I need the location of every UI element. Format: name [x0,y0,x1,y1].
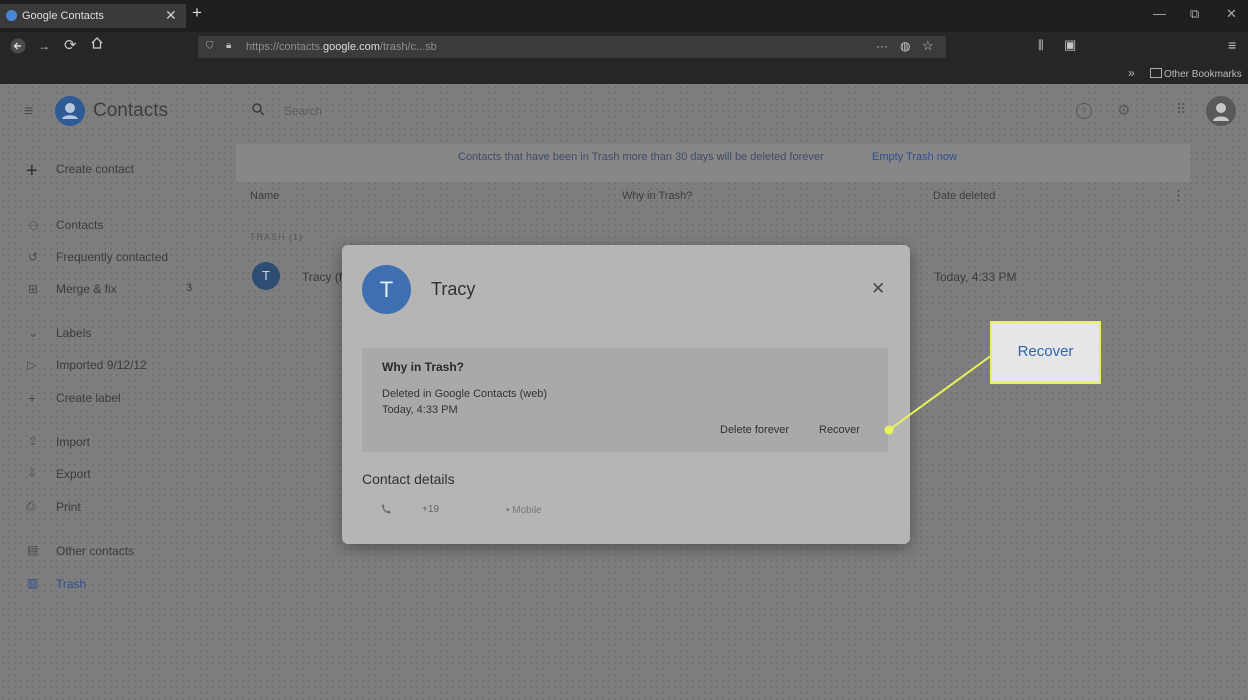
home-icon[interactable] [90,36,104,53]
trash-info-banner: Contacts that have been in Trash more th… [236,144,1190,182]
url-domain: google.com [323,41,380,53]
app-title: Contacts [93,100,168,121]
url-prefix: https://contacts. [246,41,324,53]
dialog-contact-name: Tracy [431,279,476,299]
dialog-avatar: T [362,265,411,314]
folder-icon [1150,68,1162,78]
tab-title: Google Contacts [22,10,104,22]
trash-date: Today, 4:33 PM [382,404,458,416]
url-path: /trash/c...sb [379,41,437,53]
contact-avatar: T [252,262,280,290]
bookmarks-overflow-icon[interactable]: » [1128,66,1135,80]
sidebar-labels-header[interactable]: Labels [56,326,91,340]
restore-button[interactable]: ⧉ [1190,6,1199,22]
chevron-down-icon[interactable]: ⌄ [28,326,38,340]
merge-count-badge: 3 [186,282,193,294]
create-contact-button[interactable]: Create contact [56,162,134,176]
delete-forever-button[interactable]: Delete forever [720,424,789,436]
sidebar-item-print[interactable]: Print [56,500,81,514]
recover-callout: Recover [990,321,1101,384]
sidebar-item-trash[interactable]: Trash [56,577,86,591]
callout-label: Recover [1017,343,1074,360]
sidebar-item-frequently-contacted[interactable]: Frequently contacted [56,250,168,264]
browser-tab-bar [0,0,1248,32]
upload-icon: ⇪ [28,434,39,448]
banner-message: Contacts that have been in Trash more th… [458,151,824,163]
person-icon: ⚇ [28,219,39,233]
apps-grid-icon[interactable]: ⠿ [1176,101,1186,118]
dialog-close-icon[interactable]: ✕ [871,279,885,299]
new-tab-button[interactable]: + [192,3,202,23]
trash-section-label: TRASH (1) [250,232,304,242]
recover-button[interactable]: Recover [819,424,860,436]
sidebar-item-contacts[interactable]: Contacts [56,218,103,232]
sidebar-item-imported[interactable]: Imported 9/12/12 [56,358,147,372]
phone-number: +19 [422,504,439,515]
phone-type-label: • Mobile [506,505,542,516]
sidebar-item-other-contacts[interactable]: Other contacts [56,544,134,558]
settings-icon[interactable]: ⚙ [1117,101,1130,119]
plus-icon: + [28,390,37,406]
bookmark-star-icon[interactable]: ☆ [922,38,934,54]
create-contact-plus-icon[interactable]: + [26,160,38,183]
contacts-icon: ▤ [27,543,39,557]
why-in-trash-panel: Why in Trash? Deleted in Google Contacts… [362,348,888,452]
other-bookmarks[interactable]: Other Bookmarks [1150,68,1242,80]
contact-row-date: Today, 4:33 PM [934,270,1017,284]
sidebar-item-import[interactable]: Import [56,435,90,449]
sidebar-item-merge-fix[interactable]: Merge & fix [56,282,117,296]
contacts-logo-icon [55,96,85,126]
library-icon[interactable]: ⫼ [1038,38,1044,53]
search-input[interactable]: Search [284,104,322,118]
pocket-icon[interactable]: ◍ [900,39,910,53]
sidebar-item-create-label[interactable]: Create label [56,391,121,405]
why-in-trash-title: Why in Trash? [382,360,465,374]
trash-reason: Deleted in Google Contacts (web) [382,388,548,400]
phone-icon [380,503,392,518]
column-header-why: Why in Trash? [622,190,693,202]
trash-icon: ▥ [27,576,39,590]
menu-icon[interactable]: ≡ [1228,37,1236,53]
shield-icon: ⛉ [206,41,214,52]
help-icon[interactable]: ? [1076,103,1092,119]
label-icon: ▷ [27,358,37,372]
print-icon: ⎙ [26,499,36,513]
page-actions-icon[interactable]: ··· [876,39,888,53]
empty-trash-link[interactable]: Empty Trash now [872,151,957,163]
merge-icon: ⊞ [28,282,39,296]
back-arrow-icon [10,38,26,54]
column-header-date: Date deleted [933,190,996,202]
tab-close-icon[interactable]: ✕ [165,7,177,24]
search-icon[interactable] [252,103,265,119]
forward-arrow-icon[interactable]: → [38,39,50,53]
minimize-button[interactable]: — [1153,6,1166,21]
back-button[interactable] [10,38,26,57]
lock-icon: 🔒︎ [226,40,232,51]
browser-tab[interactable]: Google Contacts ✕ [0,4,186,28]
close-window-button[interactable]: ✕ [1226,6,1237,22]
column-header-name: Name [250,190,280,202]
bookmarks-bar [0,62,1248,84]
account-avatar[interactable] [1206,96,1236,126]
url-bar[interactable]: ⛉ 🔒︎ https://contacts.google.com/trash/c… [198,36,946,58]
reload-icon[interactable]: ⟳ [64,36,77,54]
history-icon: ↺ [28,250,39,264]
sidebar-item-export[interactable]: Export [56,467,91,481]
contact-details-title: Contact details [362,471,455,487]
more-options-icon[interactable]: ⋮ [1172,188,1185,204]
trash-contact-dialog: T Tracy ✕ Why in Trash? Deleted in Googl… [342,245,910,544]
sidebar-toggle-icon[interactable]: ▣ [1064,37,1076,53]
download-icon: ⇩ [27,466,38,480]
contact-row-name[interactable]: Tracy (f [302,270,342,284]
contacts-favicon-icon [6,10,17,21]
main-menu-icon[interactable]: ≡ [24,103,33,121]
